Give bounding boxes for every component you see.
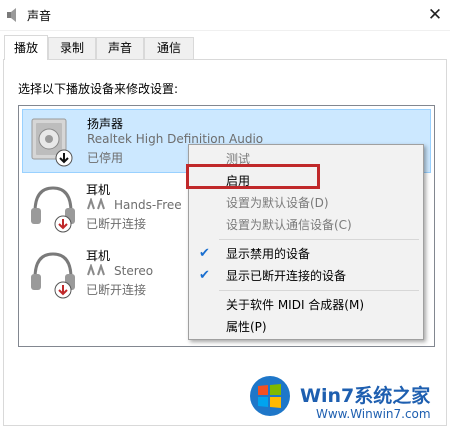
headphones-icon bbox=[31, 252, 75, 299]
windows-logo-icon bbox=[250, 376, 290, 416]
tab-communications[interactable]: 通信 bbox=[144, 37, 194, 59]
bluetooth-device-icon bbox=[87, 196, 105, 210]
menu-item-show-disconnected[interactable]: ✔ 显示已断开连接的设备 bbox=[190, 265, 422, 287]
check-icon: ✔ bbox=[199, 268, 210, 283]
device-status: 已停用 bbox=[87, 151, 124, 165]
check-icon: ✔ bbox=[199, 246, 210, 261]
highlight-box bbox=[186, 164, 320, 189]
menu-item-set-default[interactable]: 设置为默认设备(D) bbox=[190, 192, 422, 214]
tab-playback[interactable]: 播放 bbox=[4, 35, 48, 60]
speaker-icon bbox=[31, 118, 73, 167]
menu-item-show-disabled[interactable]: ✔ 显示禁用的设备 bbox=[190, 243, 422, 265]
headphones-icon bbox=[31, 186, 75, 233]
tab-recording[interactable]: 录制 bbox=[48, 37, 96, 59]
device-description: Stereo bbox=[86, 262, 153, 278]
menu-separator bbox=[219, 290, 419, 291]
window-title: 声音 bbox=[27, 9, 52, 23]
menu-separator bbox=[219, 239, 419, 240]
menu-item-properties[interactable]: 属性(P) bbox=[190, 316, 422, 338]
menu-item-about-midi[interactable]: 关于软件 MIDI 合成器(M) bbox=[190, 294, 422, 316]
title-bar: 声音 ✕ bbox=[0, 0, 450, 31]
svg-text:Win7系统之家: Win7系统之家 bbox=[300, 384, 431, 407]
speaker-icon bbox=[7, 8, 16, 22]
tab-sounds[interactable]: 声音 bbox=[96, 37, 144, 59]
device-status: 已断开连接 bbox=[86, 283, 147, 297]
device-name: 耳机 bbox=[86, 249, 111, 263]
site-watermark: Win7系统之家 Www.Winwin7.com bbox=[250, 376, 431, 421]
menu-item-set-default-comm[interactable]: 设置为默认通信设备(C) bbox=[190, 214, 422, 236]
instruction-text: 选择以下播放设备来修改设置: bbox=[18, 82, 179, 96]
svg-text:Www.Winwin7.com: Www.Winwin7.com bbox=[316, 407, 431, 421]
device-name: 耳机 bbox=[86, 183, 111, 197]
device-status: 已断开连接 bbox=[86, 217, 147, 231]
close-button[interactable]: ✕ bbox=[420, 0, 450, 30]
bluetooth-device-icon bbox=[87, 262, 105, 276]
device-description: Hands-Free bbox=[86, 196, 182, 212]
device-name: 扬声器 bbox=[87, 117, 124, 131]
tab-strip: 播放 录制 声音 通信 bbox=[0, 35, 450, 60]
